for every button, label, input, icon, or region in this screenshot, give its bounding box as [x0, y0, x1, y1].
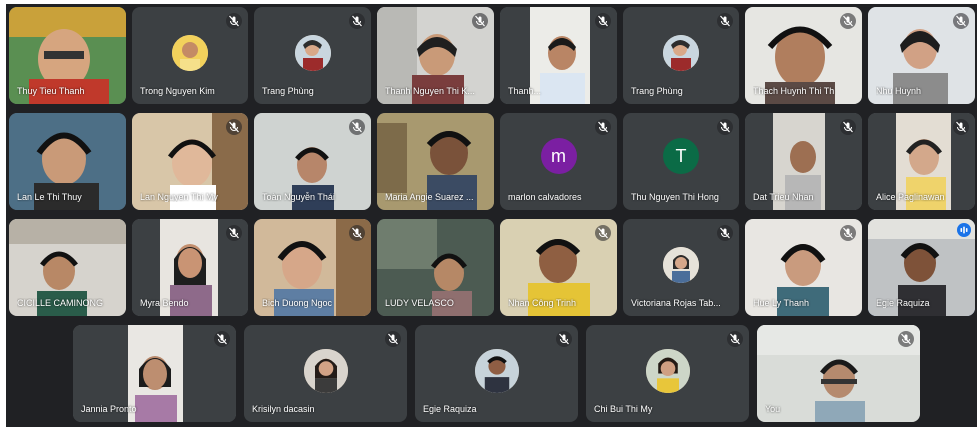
participant-name: Trang Phùng — [631, 86, 683, 96]
participant-tile[interactable]: Bich Duong Ngoc — [254, 219, 371, 316]
participant-tile[interactable]: Trang Phùng — [254, 7, 371, 104]
participant-tile-active-speaker[interactable]: Egie Raquiza — [868, 219, 975, 316]
participant-avatar — [474, 348, 519, 393]
mic-off-icon — [953, 119, 969, 135]
participant-name: Lan Nguyen Thi My — [140, 192, 218, 202]
participant-name: CICILLE CAMINONG — [17, 298, 104, 308]
participant-tile[interactable]: Maria Angie Suarez ... — [377, 113, 494, 210]
participant-tile[interactable]: Trong Nguyen Kim — [132, 7, 248, 104]
participant-tile[interactable]: Thuy Tieu Thanh — [9, 7, 126, 104]
participant-tile[interactable]: CICILLE CAMINONG — [9, 219, 126, 316]
mic-off-icon — [717, 13, 733, 29]
participant-tile[interactable]: Myra Bendo — [132, 219, 248, 316]
participant-tile[interactable]: Lan Le Thi Thuy — [9, 113, 126, 210]
participant-tile[interactable]: Nhan Công Trinh — [500, 219, 617, 316]
participant-tile[interactable]: Egie Raquiza — [415, 325, 578, 422]
participant-tile[interactable]: Toàn Nguyễn Thái — [254, 113, 371, 210]
mic-off-icon — [556, 331, 572, 347]
mic-off-icon — [840, 119, 856, 135]
mic-off-icon — [717, 225, 733, 241]
participant-avatar: m — [540, 137, 577, 174]
participant-name: Krisilyn dacasin — [252, 404, 315, 414]
participant-avatar — [303, 348, 348, 393]
mic-off-icon — [898, 331, 914, 347]
mic-off-icon — [349, 225, 365, 241]
participant-name: Trang Phùng — [262, 86, 314, 96]
participant-avatar: T — [663, 137, 699, 174]
participant-name: Nhan Công Trinh — [508, 298, 577, 308]
mic-off-icon — [226, 119, 242, 135]
participant-tile[interactable]: Alice Paglinawan — [868, 113, 975, 210]
participant-tile[interactable]: Nhu Huynh — [868, 7, 975, 104]
mic-off-icon — [226, 225, 242, 241]
participant-name: Lan Le Thi Thuy — [17, 192, 82, 202]
participant-tile[interactable]: Lan Nguyen Thi My — [132, 113, 248, 210]
mic-off-icon — [349, 13, 365, 29]
participant-tile[interactable]: Krisilyn dacasin — [244, 325, 407, 422]
mic-off-icon — [595, 13, 611, 29]
participant-name: LUDY VELASCO — [385, 298, 454, 308]
participant-name: Thanh Nguyen Thi K... — [385, 86, 475, 96]
participant-name: Nhu Huynh — [876, 86, 922, 96]
participant-tile[interactable]: LUDY VELASCO — [377, 219, 494, 316]
participant-tile[interactable]: Dat Trieu Nhan — [745, 113, 862, 210]
mic-off-icon — [595, 225, 611, 241]
participant-tile[interactable]: T Thu Nguyen Thi Hong — [623, 113, 739, 210]
participant-name: Hue Ly Thanh — [753, 298, 810, 308]
participant-name: Chi Bui Thi My — [594, 404, 653, 414]
participant-name: Egie Raquiza — [423, 404, 477, 414]
mic-off-icon — [840, 13, 856, 29]
participant-tile[interactable]: Thanh Nguyen Thi K... — [377, 7, 494, 104]
mic-off-icon — [595, 119, 611, 135]
participant-tile[interactable]: Thach Huynh Thi Th — [745, 7, 862, 104]
participant-avatar — [645, 348, 690, 393]
participant-name: You — [765, 404, 781, 414]
mic-off-icon — [953, 13, 969, 29]
participant-name: Thu Nguyen Thi Hong — [631, 192, 719, 202]
participant-name: Jannia Pronto — [81, 404, 137, 414]
participant-tile[interactable]: Jannia Pronto — [73, 325, 236, 422]
participant-name: Egie Raquiza — [876, 298, 930, 308]
participant-avatar — [172, 34, 208, 71]
participant-name: Toàn Nguyễn Thái — [262, 192, 335, 202]
participant-avatar — [663, 246, 699, 283]
participant-name: Dat Trieu Nhan — [753, 192, 814, 202]
participant-name: Bich Duong Ngoc — [262, 298, 333, 308]
mic-off-icon — [840, 225, 856, 241]
mic-off-icon — [214, 331, 230, 347]
mic-off-icon — [349, 119, 365, 135]
participant-tile[interactable]: Hue Ly Thanh — [745, 219, 862, 316]
participant-name: Myra Bendo — [140, 298, 189, 308]
mic-off-icon — [385, 331, 401, 347]
participant-avatar — [663, 34, 699, 71]
participant-tile[interactable]: Victoriana Rojas Tab... — [623, 219, 739, 316]
participant-avatar — [294, 34, 331, 71]
participant-name: Thach Huynh Thi Th — [753, 86, 835, 96]
participant-name: Trong Nguyen Kim — [140, 86, 215, 96]
participant-tile[interactable]: Thanh... — [500, 7, 617, 104]
participant-tile[interactable]: m marlon calvadores — [500, 113, 617, 210]
mic-off-icon — [727, 331, 743, 347]
participant-name: Thanh... — [508, 86, 542, 96]
audio-level-icon — [957, 223, 971, 237]
mic-off-icon — [472, 13, 488, 29]
meeting-grid: Thuy Tieu Thanh Trong Nguyen Kim Trang P… — [6, 4, 977, 427]
participant-name: Thuy Tieu Thanh — [17, 86, 85, 96]
participant-name: Maria Angie Suarez ... — [385, 192, 474, 202]
mic-off-icon — [226, 13, 242, 29]
participant-name: Alice Paglinawan — [876, 192, 945, 202]
participant-tile[interactable]: Trang Phùng — [623, 7, 739, 104]
participant-tile[interactable]: Chi Bui Thi My — [586, 325, 749, 422]
participant-tile-self[interactable]: You — [757, 325, 920, 422]
mic-off-icon — [717, 119, 733, 135]
participant-name: Victoriana Rojas Tab... — [631, 298, 721, 308]
participant-name: marlon calvadores — [508, 192, 582, 202]
